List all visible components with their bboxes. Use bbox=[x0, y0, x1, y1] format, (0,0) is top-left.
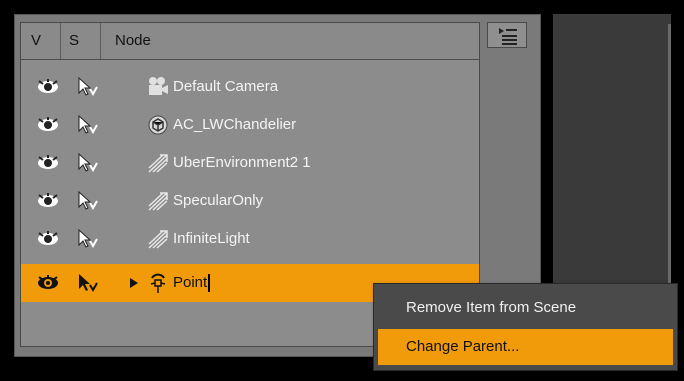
panel-menu-icon bbox=[499, 28, 517, 45]
panel-menu-button[interactable] bbox=[487, 22, 527, 48]
scene-row-default-camera[interactable]: Default Camera bbox=[21, 68, 479, 106]
eye-icon[interactable] bbox=[37, 192, 59, 210]
scene-row-infinitelight[interactable]: InfiniteLight bbox=[21, 220, 479, 258]
cursor-icon[interactable] bbox=[77, 273, 99, 293]
scene-row-label-editing[interactable]: Point bbox=[173, 264, 211, 302]
column-node-header[interactable]: Node bbox=[101, 23, 479, 59]
cursor-icon[interactable] bbox=[77, 191, 99, 211]
cursor-icon[interactable] bbox=[77, 229, 99, 249]
camera-icon bbox=[149, 77, 168, 95]
scene-row-uberenvironment[interactable]: UberEnvironment2 1 bbox=[21, 144, 479, 182]
expand-arrow-icon[interactable] bbox=[129, 277, 139, 289]
scene-tree-header: V S Node bbox=[21, 23, 479, 60]
light-icon bbox=[148, 154, 168, 173]
scene-row-label: SpecularOnly bbox=[173, 192, 264, 209]
app-frame: V S Node Default Camera AC_LWChandelier … bbox=[0, 0, 684, 381]
remove-item-menu-item[interactable]: Remove Item from Scene bbox=[378, 290, 673, 326]
scene-row-ac-lwchandelier[interactable]: AC_LWChandelier bbox=[21, 106, 479, 144]
column-selectable-header[interactable]: S bbox=[61, 23, 101, 59]
column-visible-header[interactable]: V bbox=[21, 23, 61, 59]
rename-text: Point bbox=[173, 274, 208, 291]
scene-row-label: Default Camera bbox=[173, 78, 279, 95]
scene-row-label: UberEnvironment2 1 bbox=[173, 154, 311, 171]
eye-icon[interactable] bbox=[37, 230, 59, 248]
text-caret bbox=[208, 274, 211, 293]
figure-icon bbox=[148, 115, 168, 135]
eye-icon[interactable] bbox=[37, 154, 59, 172]
scene-row-label: AC_LWChandelier bbox=[173, 116, 297, 133]
scene-row-label: InfiniteLight bbox=[173, 230, 250, 247]
cursor-icon[interactable] bbox=[77, 77, 99, 97]
eye-icon[interactable] bbox=[37, 274, 59, 292]
light-icon bbox=[148, 192, 168, 211]
point-light-icon bbox=[150, 273, 166, 293]
light-icon bbox=[148, 230, 168, 249]
change-parent-menu-item[interactable]: Change Parent... bbox=[378, 329, 673, 365]
eye-icon[interactable] bbox=[37, 78, 59, 96]
cursor-icon[interactable] bbox=[77, 153, 99, 173]
eye-icon[interactable] bbox=[37, 116, 59, 134]
context-menu: Remove Item from Scene Change Parent... bbox=[373, 283, 678, 371]
cursor-icon[interactable] bbox=[77, 115, 99, 135]
scene-row-specularonly[interactable]: SpecularOnly bbox=[21, 182, 479, 220]
